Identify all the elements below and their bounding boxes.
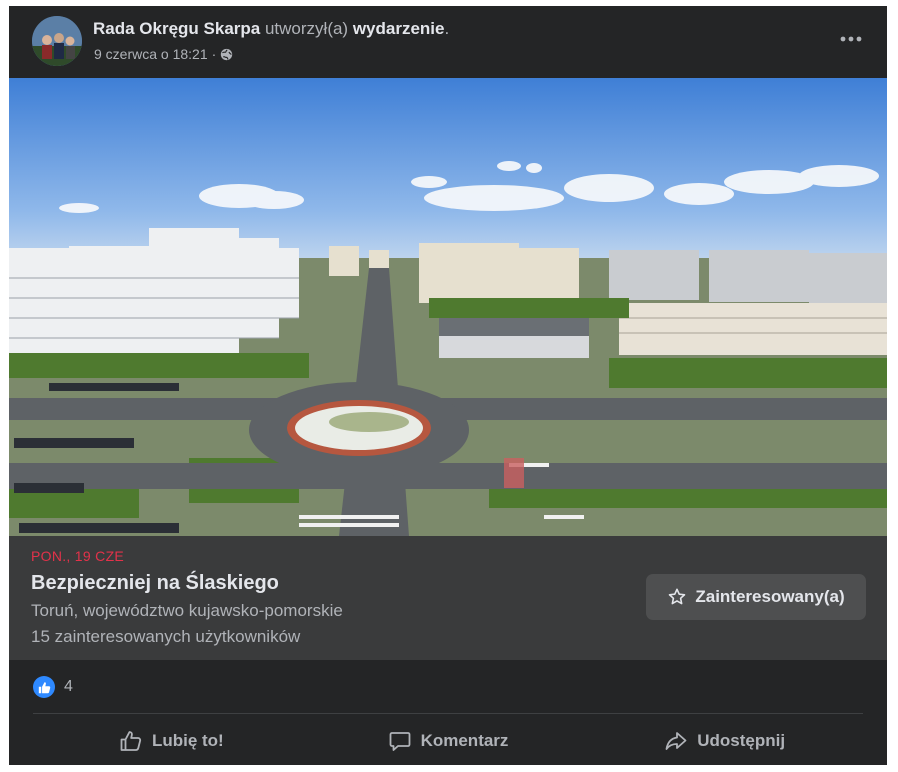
action-suffix: . — [444, 19, 450, 38]
event-cover-photo[interactable] — [9, 78, 887, 536]
star-icon — [669, 588, 686, 605]
share-button[interactable]: Udostępnij — [586, 719, 863, 763]
post-timestamp[interactable]: 9 czerwca o 18:21 — [94, 46, 208, 62]
share-icon — [665, 732, 687, 750]
actions-divider — [33, 713, 863, 714]
post-card: Rada Okręgu Skarpa utworzył(a) wydarzeni… — [9, 6, 887, 772]
page-margin — [0, 765, 898, 772]
comment-label: Komentarz — [420, 731, 509, 750]
comment-icon — [389, 732, 410, 751]
post-header: Rada Okręgu Skarpa utworzył(a) wydarzeni… — [9, 6, 887, 78]
more-horizontal-icon — [840, 36, 862, 42]
post-author-line: Rada Okręgu Skarpa utworzył(a) wydarzeni… — [93, 19, 449, 39]
like-button[interactable]: Lubię to! — [33, 719, 310, 763]
post-actions-bar: Lubię to! Komentarz Udostępnij — [33, 719, 863, 763]
share-label: Udostępnij — [697, 731, 786, 750]
more-options-button[interactable] — [837, 28, 865, 50]
action-object[interactable]: wydarzenie — [353, 19, 445, 38]
like-label: Lubię to! — [151, 731, 224, 750]
globe-icon[interactable] — [220, 48, 233, 61]
reaction-count: 4 — [64, 678, 73, 695]
interested-button[interactable]: Zainteresowany(a) — [646, 574, 866, 620]
event-date: PON., 19 CZE — [31, 548, 125, 564]
avatar-image — [32, 16, 82, 66]
post-meta: 9 czerwca o 18:21 · — [94, 46, 233, 62]
avatar[interactable] — [32, 16, 82, 66]
event-info-card[interactable]: PON., 19 CZE Bezpieczniej na Ślaskiego T… — [9, 536, 887, 660]
action-text: utworzył(a) — [260, 19, 353, 38]
thumbs-up-icon — [120, 731, 142, 751]
event-photo-image — [9, 78, 887, 536]
like-badge-glyph — [38, 681, 50, 693]
comment-button[interactable]: Komentarz — [310, 719, 587, 763]
meta-separator: · — [211, 46, 217, 62]
interested-button-label: Zainteresowany(a) — [695, 587, 845, 606]
author-name[interactable]: Rada Okręgu Skarpa — [93, 19, 260, 38]
event-interested-count: 15 zainteresowanych użytkowników — [31, 627, 301, 646]
event-title[interactable]: Bezpieczniej na Ślaskiego — [31, 572, 279, 595]
event-location: Toruń, województwo kujawsko-pomorskie — [31, 601, 343, 620]
reactions-summary[interactable]: 4 — [33, 674, 73, 700]
like-icon — [33, 676, 55, 698]
